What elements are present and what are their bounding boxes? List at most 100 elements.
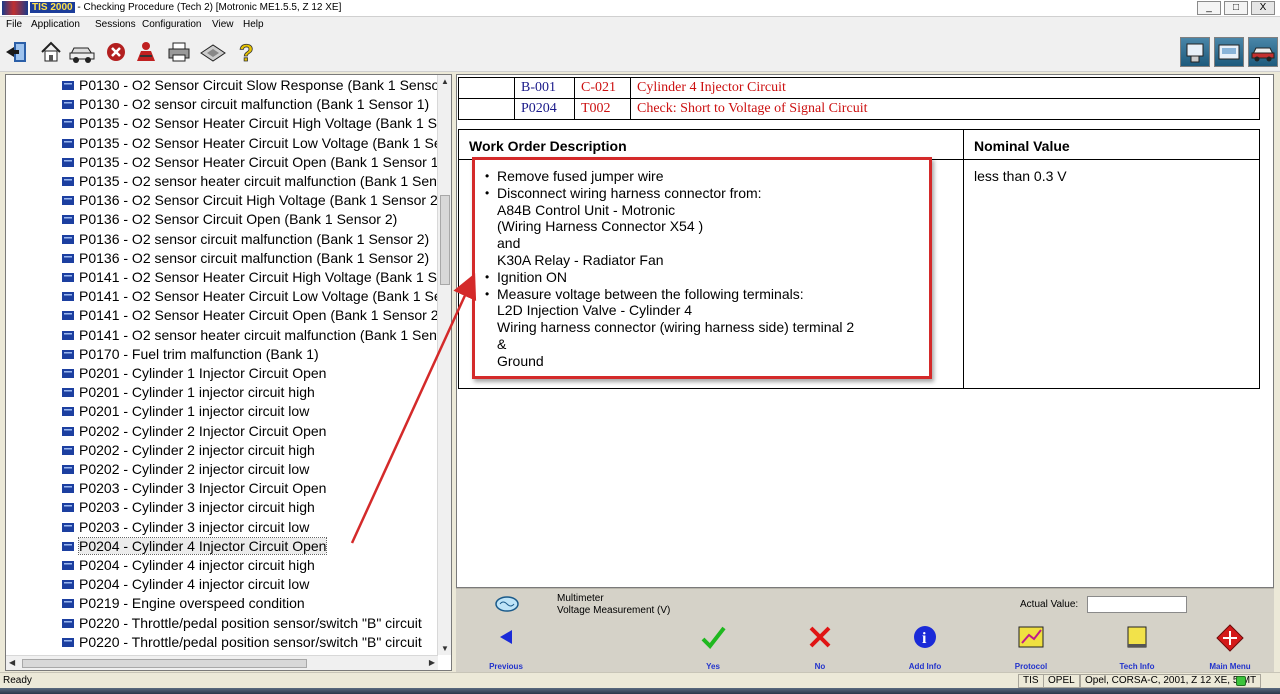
keyboard-icon[interactable] — [199, 39, 226, 65]
home-icon[interactable] — [38, 39, 64, 65]
ref-cell — [458, 77, 515, 99]
tech2-screen-icon[interactable] — [1214, 37, 1244, 67]
app-name: TIS 2000 — [30, 2, 75, 13]
menu-help[interactable]: Help — [243, 19, 264, 30]
dtc-tree-item[interactable]: P0136 - O2 Sensor Circuit Open (Bank 1 S… — [6, 210, 438, 229]
person-icon[interactable] — [133, 39, 159, 65]
menu-application[interactable]: Application — [31, 19, 80, 30]
document-book-icon — [62, 561, 74, 570]
dtc-tree-item-label: P0135 - O2 Sensor Heater Circuit Open (B… — [79, 153, 438, 170]
print-icon[interactable] — [166, 39, 192, 65]
no-button[interactable]: No — [790, 624, 850, 671]
dtc-tree-item[interactable]: P0141 - O2 Sensor Heater Circuit Open (B… — [6, 306, 438, 325]
scroll-right-icon[interactable]: ▶ — [429, 658, 435, 667]
ref-cell-id: C-021 — [574, 77, 631, 99]
dtc-tree-item[interactable]: P0219 - Engine overspeed condition — [6, 594, 438, 613]
dtc-tree-item-label: P0136 - O2 sensor circuit malfunction (B… — [79, 230, 430, 247]
tree-horizontal-scrollbar[interactable]: ◀ ▶ — [6, 655, 438, 670]
scroll-up-icon[interactable]: ▲ — [441, 77, 449, 86]
dtc-tree-item[interactable]: P0141 - O2 Sensor Heater Circuit High Vo… — [6, 268, 438, 287]
work-step-detail: A84B Control Unit - Motronic — [497, 201, 676, 218]
tree-vscroll-thumb[interactable] — [440, 195, 450, 285]
close-button[interactable]: X — [1251, 1, 1275, 15]
dtc-tree-item-label: P0201 - Cylinder 1 Injector Circuit Open — [79, 365, 327, 381]
dtc-tree-item[interactable]: P0130 - O2 sensor circuit malfunction (B… — [6, 95, 438, 114]
dtc-tree-item[interactable]: P0136 - O2 sensor circuit malfunction (B… — [6, 249, 438, 268]
dtc-tree-item[interactable]: P0220 - Throttle/pedal position sensor/s… — [6, 633, 438, 652]
scroll-down-icon[interactable]: ▼ — [441, 644, 449, 653]
actual-value-label: Actual Value: — [1020, 599, 1079, 610]
dtc-tree-item[interactable]: P0203 - Cylinder 3 injector circuit low — [6, 518, 438, 537]
connection-status-icon — [1236, 676, 1246, 686]
previous-button[interactable]: Previous — [476, 624, 536, 671]
dtc-tree-item[interactable]: P0136 - O2 Sensor Circuit High Voltage (… — [6, 191, 438, 210]
document-book-icon — [62, 100, 74, 110]
work-order-table: Work Order Description Nominal Value Rem… — [458, 129, 1260, 389]
ref-cell — [458, 98, 515, 120]
minimize-button[interactable]: _ — [1197, 1, 1221, 15]
document-book-icon — [62, 177, 74, 186]
tech-info-button[interactable]: Tech Info — [1107, 624, 1167, 671]
dtc-tree-item[interactable]: P0203 - Cylinder 3 injector circuit high — [6, 498, 438, 517]
maximize-button[interactable]: □ — [1224, 1, 1248, 15]
work-step-detail: K30A Relay - Radiator Fan — [497, 251, 664, 268]
dtc-tree-item[interactable]: P0135 - O2 sensor heater circuit malfunc… — [6, 172, 438, 191]
add-info-button[interactable]: i Add Info — [895, 624, 955, 671]
work-order-header: Work Order Description Nominal Value — [459, 130, 1259, 160]
dtc-tree-item-label: P0135 - O2 sensor heater circuit malfunc… — [79, 173, 438, 189]
dtc-tree-item-label: P0220 - Throttle/pedal position sensor/s… — [79, 614, 422, 631]
dtc-tree-item[interactable]: P0201 - Cylinder 1 Injector Circuit Open — [6, 364, 438, 383]
menu-view[interactable]: View — [212, 19, 234, 30]
ref-cell-title: Check: Short to Voltage of Signal Circui… — [630, 98, 1260, 120]
dtc-tree-item[interactable]: P0204 - Cylinder 4 injector circuit high — [6, 556, 438, 575]
scroll-left-icon[interactable]: ◀ — [9, 658, 15, 667]
tree-vertical-scrollbar[interactable]: ▲ ▼ — [437, 75, 451, 655]
dtc-tree-item-label: P0136 - O2 Sensor Circuit High Voltage (… — [79, 192, 438, 209]
tis2000-window: TIS 2000 - Checking Procedure (Tech 2) [… — [0, 0, 1280, 694]
document-book-icon — [62, 503, 74, 513]
dtc-tree-item[interactable]: P0201 - Cylinder 1 injector circuit high — [6, 383, 438, 402]
document-book-icon — [62, 196, 74, 206]
dtc-tree-item[interactable]: P0204 - Cylinder 4 injector circuit low — [6, 575, 438, 594]
dtc-tree-item[interactable]: P0220 - Throttle/pedal position sensor/s… — [6, 614, 438, 633]
tech2-icon[interactable] — [1180, 37, 1210, 67]
main-menu-button[interactable]: Main Menu — [1200, 624, 1260, 671]
dtc-tree-item-label: P0202 - Cylinder 2 injector circuit low — [79, 461, 310, 477]
dtc-tree-item[interactable]: P0204 - Cylinder 4 Injector Circuit Open — [6, 536, 438, 556]
dtc-tree-item-label: P0130 - O2 Sensor Circuit Slow Response … — [79, 77, 438, 93]
yes-button[interactable]: Yes — [683, 624, 743, 671]
stop-icon[interactable] — [103, 39, 129, 65]
vehicle-diag-icon[interactable] — [1248, 37, 1278, 67]
protocol-chart-icon — [1001, 624, 1061, 654]
vehicle-icon[interactable] — [68, 39, 95, 65]
dtc-tree-item-label: P0136 - O2 sensor circuit malfunction (B… — [79, 249, 430, 266]
dtc-tree-item-label: P0219 - Engine overspeed condition — [79, 595, 305, 612]
dtc-tree-item[interactable]: P0202 - Cylinder 2 injector circuit high — [6, 441, 438, 460]
dtc-tree-item[interactable]: P0202 - Cylinder 2 injector circuit low — [6, 460, 438, 479]
dtc-tree-item[interactable]: P0135 - O2 Sensor Heater Circuit Open (B… — [6, 153, 438, 172]
menu-sessions[interactable]: Sessions — [95, 19, 136, 30]
actual-value-input[interactable] — [1087, 596, 1187, 613]
ref-cell-code: P0204 — [514, 98, 575, 120]
dtc-tree-item[interactable]: P0141 - O2 Sensor Heater Circuit Low Vol… — [6, 287, 438, 306]
dtc-tree-item[interactable]: P0202 - Cylinder 2 Injector Circuit Open — [6, 422, 438, 441]
dtc-tree-item[interactable]: P0170 - Fuel trim malfunction (Bank 1) — [6, 345, 438, 364]
dtc-tree-item[interactable]: P0141 - O2 sensor heater circuit malfunc… — [6, 326, 438, 345]
document-book-icon — [62, 119, 74, 129]
help-icon[interactable]: ? — [233, 39, 259, 68]
work-step-detail: and — [497, 235, 521, 252]
dtc-tree-item[interactable]: P0136 - O2 sensor circuit malfunction (B… — [6, 230, 438, 249]
dtc-tree-item[interactable]: P0130 - O2 Sensor Circuit Slow Response … — [6, 76, 438, 95]
dtc-tree-item-label: P0135 - O2 Sensor Heater Circuit High Vo… — [79, 115, 438, 132]
dtc-tree-item[interactable]: P0203 - Cylinder 3 Injector Circuit Open — [6, 479, 438, 498]
dtc-tree-item[interactable]: P0201 - Cylinder 1 injector circuit low — [6, 402, 438, 421]
exit-icon[interactable] — [4, 39, 30, 65]
add-info-label: Add Info — [908, 662, 942, 671]
menu-file[interactable]: File — [6, 19, 22, 30]
menu-configuration[interactable]: Configuration — [142, 19, 201, 30]
tree-hscroll-thumb[interactable] — [22, 659, 307, 668]
dtc-tree-item[interactable]: P0135 - O2 Sensor Heater Circuit High Vo… — [6, 114, 438, 133]
dtc-tree-item[interactable]: P0135 - O2 Sensor Heater Circuit Low Vol… — [6, 134, 438, 153]
document-book-icon — [62, 484, 74, 494]
protocol-button[interactable]: Protocol — [1001, 624, 1061, 671]
